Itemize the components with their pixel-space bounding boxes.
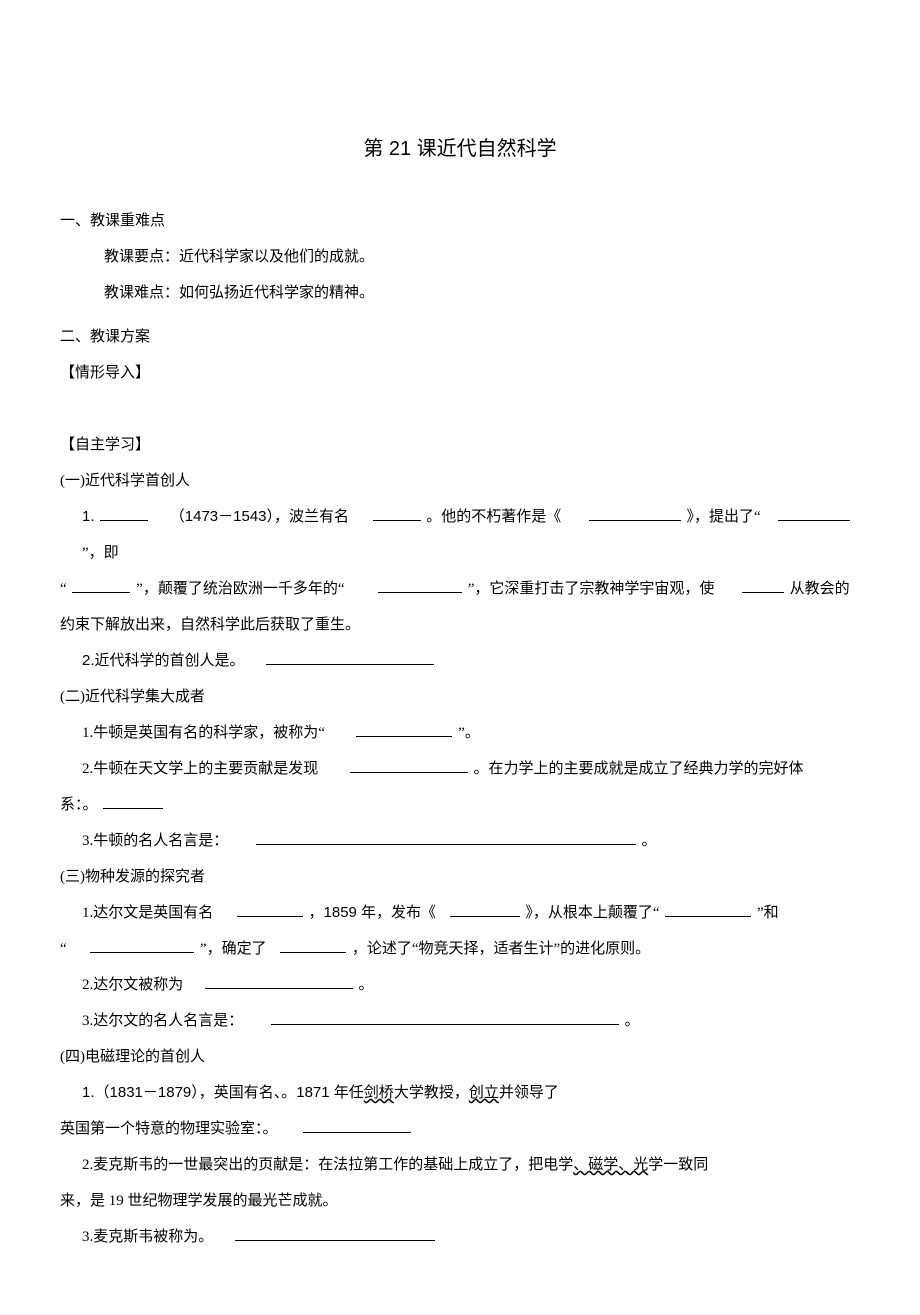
text: 从教会的 [790,581,850,597]
text: ”。 [458,725,480,741]
text: ，论述了“物竞天择，适者生计”的进化原则。 [352,941,650,957]
text: 1.牛顿是英国有名的科学家，被称为“ [82,725,325,741]
q-4-1-line2: 英国第一个特意的物理实验室：。 [60,1111,860,1147]
text: 2.达尔文被称为 [82,977,183,993]
text: ”，它深重打击了宗教神学宇宙观，使 [468,581,715,597]
q-3-1-line2: “ ”，确定了 ，论述了“物竞天择，适者生计”的进化原则。 [60,931,860,967]
fill-blank[interactable] [266,651,434,666]
blank-gap [60,391,860,427]
text: ”，确定了 [200,941,267,957]
situation-intro-heading: 【情形导入】 [60,355,860,391]
text: 1.（1831－1879），英国有名、。1871 年任 [82,1084,364,1101]
fill-blank[interactable] [237,903,303,918]
text: 系：。 [60,797,98,813]
fill-blank[interactable] [235,1227,435,1242]
text: 。他的不朽著作是《 [426,509,561,525]
text: ”，颠覆了统治欧洲一千多年的“ [136,581,344,597]
q-1-1-line1: 1. （1473－1543），波兰有名 。他的不朽著作是《 》，提出了“ ”，即 [60,499,860,571]
text: 。 [642,833,657,849]
fill-blank[interactable] [450,903,520,918]
text: 。 [625,1013,640,1029]
text: （1473－1543），波兰有名 [170,508,349,525]
lesson-title: 第 21 课近代自然科学 [60,125,860,173]
text: 3.牛顿的名人名言是： [82,833,228,849]
text: 并领导了 [499,1085,559,1101]
text: 3.麦克斯韦被称为。 [82,1229,213,1245]
fill-blank[interactable] [589,507,681,522]
text: 大学教授， [394,1085,469,1101]
q-1-1-line2: “ ”，颠覆了统治欧洲一千多年的“ ”，它深重打击了宗教神学宇宙观，使 从教会的 [60,571,860,607]
wavy-text: 剑桥 [364,1085,394,1101]
q-2-3: 3.牛顿的名人名言是： 。 [60,823,860,859]
fill-blank[interactable] [256,831,636,846]
q-4-1-line1: 1.（1831－1879），英国有名、。1871 年任剑桥大学教授，创立并领导了 [60,1075,860,1111]
fill-blank[interactable] [378,579,462,594]
text: 2.近代科学的首创人是。 [82,652,245,669]
text: 1.达尔文是英国有名 [82,905,213,921]
text: 学一致同 [648,1157,708,1173]
subsection-2-heading: (二)近代科学集大成者 [60,679,860,715]
fill-blank[interactable] [303,1119,411,1134]
fill-blank[interactable] [350,759,468,774]
fill-blank[interactable] [100,507,148,522]
text: 3.达尔文的名人名言是： [82,1013,243,1029]
q-4-2-line2: 来，是 19 世纪物理学发展的最光芒成就。 [60,1183,860,1219]
text: ”，即 [82,545,119,561]
fill-blank[interactable] [205,975,353,990]
fill-blank[interactable] [356,723,452,738]
teaching-point: 教课要点：近代科学家以及他们的成就。 [60,239,860,275]
text: ，1859 年，发布《 [309,904,437,921]
text: ”和 [757,905,779,921]
item-number: 1. [82,508,95,525]
q-1-1-line3: 约束下解放出来，自然科学此后获取了重生。 [60,607,860,643]
fill-blank[interactable] [665,903,751,918]
self-study-heading: 【自主学习】 [60,427,860,463]
subsection-1-heading: (一)近代科学首创人 [60,463,860,499]
text: 英国第一个特意的物理实验室：。 [60,1121,278,1137]
fill-blank[interactable] [90,939,194,954]
text: “ [60,941,67,957]
q-2-2-line2: 系：。 [60,787,860,823]
q-4-2-line1: 2.麦克斯韦的一世最突出的页献是：在法拉第工作的基础上成立了，把电学、磁学、光学… [60,1147,860,1183]
fill-blank[interactable] [103,795,163,810]
page: 第 21 课近代自然科学 一、教课重难点 教课要点：近代科学家以及他们的成就。 … [0,0,920,1315]
q-4-3: 3.麦克斯韦被称为。 [60,1219,860,1255]
text: “ [60,581,67,597]
fill-blank[interactable] [280,939,346,954]
wavy-text: 、磁学、光 [573,1157,648,1173]
q-1-2: 2.近代科学的首创人是。 [60,643,860,679]
q-3-1-line1: 1.达尔文是英国有名 ，1859 年，发布《 》，从根本上颠覆了“ ”和 [60,895,860,931]
q-2-2-line1: 2.牛顿在天文学上的主要贡献是发现 。在力学上的主要成就是成立了经典力学的完好体 [60,751,860,787]
fill-blank[interactable] [742,579,784,594]
fill-blank[interactable] [778,507,850,522]
teaching-difficulty: 教课难点：如何弘扬近代科学家的精神。 [60,275,860,311]
fill-blank[interactable] [271,1011,619,1026]
text: 。在力学上的主要成就是成立了经典力学的完好体 [474,761,804,777]
text: 。 [359,977,374,993]
wavy-text: 创立 [469,1085,499,1101]
section-2-heading: 二、教课方案 [60,319,860,355]
subsection-3-heading: (三)物种发源的探究者 [60,859,860,895]
subsection-4-heading: (四)电磁理论的首创人 [60,1039,860,1075]
text: 》，提出了“ [687,509,761,525]
text: 2.牛顿在天文学上的主要贡献是发现 [82,761,318,777]
fill-blank[interactable] [373,507,421,522]
text: 2.麦克斯韦的一世最突出的页献是：在法拉第工作的基础上成立了，把电学 [82,1157,573,1173]
text: 》，从根本上颠覆了“ [525,905,659,921]
fill-blank[interactable] [72,579,130,594]
q-3-3: 3.达尔文的名人名言是： 。 [60,1003,860,1039]
section-1-heading: 一、教课重难点 [60,203,860,239]
q-2-1: 1.牛顿是英国有名的科学家，被称为“ ”。 [60,715,860,751]
q-3-2: 2.达尔文被称为 。 [60,967,860,1003]
